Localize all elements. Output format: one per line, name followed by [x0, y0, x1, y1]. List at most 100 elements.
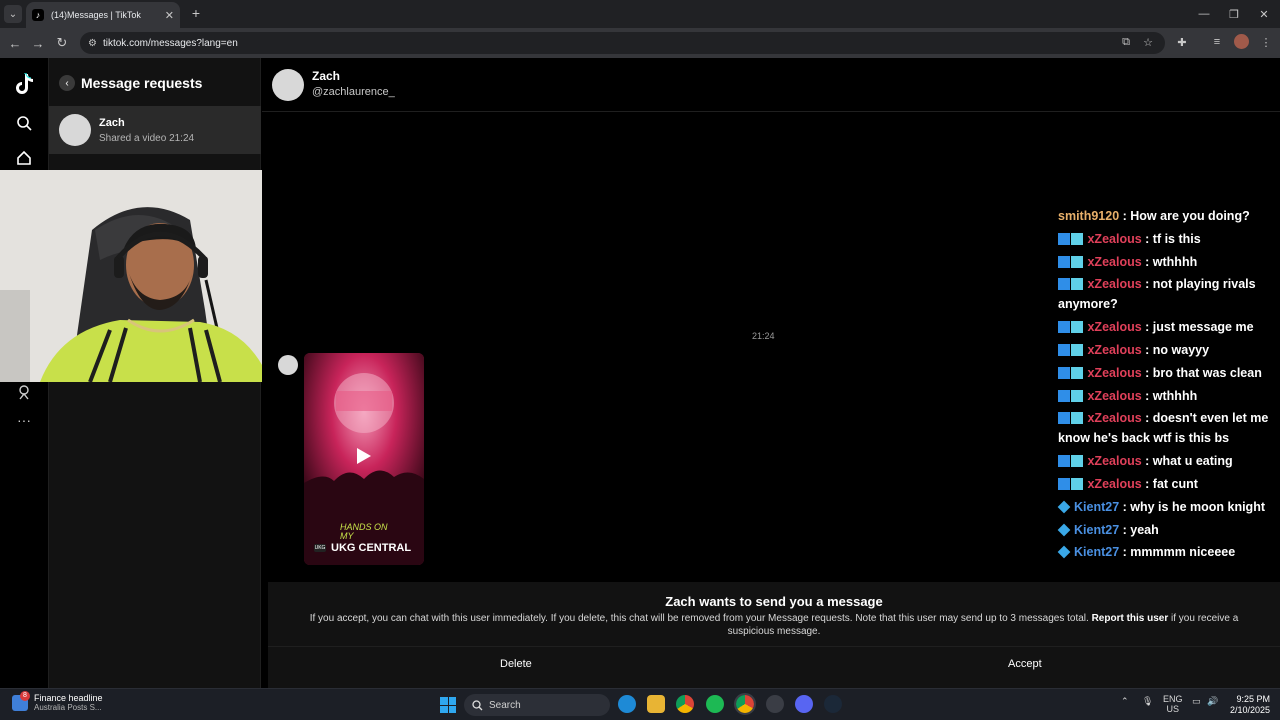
back-arrow-icon[interactable]: ‹ [59, 75, 75, 91]
extensions-icon[interactable]: ✚ [1173, 32, 1191, 52]
microphone-icon[interactable]: 🎙 [1142, 696, 1153, 707]
chat-badge-icon [1058, 321, 1070, 334]
requests-header: ‹ Message requests [49, 72, 261, 94]
request-name: Zach [99, 116, 125, 129]
new-tab-button[interactable]: + [187, 4, 205, 22]
file-explorer-icon[interactable] [647, 695, 665, 713]
stream-chat-line: xZealous : no wayyy [1058, 340, 1274, 360]
bookmark-star-icon[interactable]: ☆ [1139, 32, 1157, 52]
accept-button[interactable]: Accept [1008, 658, 1042, 670]
creator-center-icon[interactable] [12, 380, 36, 404]
back-arrow-icon[interactable]: ← [5, 33, 25, 53]
tiktok-logo-icon[interactable] [12, 72, 36, 96]
volume-icon[interactable]: 🔊 [1207, 696, 1218, 707]
taskbar-search[interactable]: Search [464, 694, 610, 716]
chat-username: xZealous [1087, 342, 1142, 357]
request-preview-text: Shared a video [99, 132, 167, 144]
app-icon[interactable] [766, 695, 784, 713]
tab-close-icon[interactable]: ✕ [165, 9, 174, 22]
site-info-icon[interactable]: ⚙ [88, 38, 97, 49]
finance-icon: 8 [12, 690, 30, 711]
shared-video-card[interactable]: HANDS ON MY UKG UKG CENTRAL [304, 353, 424, 565]
chat-badge-icon [1071, 343, 1083, 356]
avatar[interactable] [272, 69, 304, 101]
stream-chat-line: xZealous : doesn't even let me know he's… [1058, 411, 1269, 446]
request-preview: Shared a video 21:24 [99, 133, 194, 144]
search-icon[interactable] [12, 111, 36, 135]
browser-tab-bar: ⌄ ♪ (14)Messages | TikTok ✕ + — ❐ ✕ [0, 0, 1280, 28]
chat-badge-icon [1071, 232, 1083, 245]
more-icon[interactable]: ··· [12, 408, 36, 432]
home-icon[interactable] [12, 146, 36, 170]
tray-overflow-icon[interactable]: ⌃ [1121, 696, 1129, 707]
chat-username: xZealous [1087, 365, 1142, 380]
chat-username: xZealous [1087, 476, 1142, 491]
stream-chat-line: Kient27 : why is he moon knight [1057, 497, 1274, 517]
video-caption-line: MY [340, 531, 354, 541]
delete-button[interactable]: Delete [500, 658, 532, 670]
chat-username: xZealous [1087, 320, 1142, 335]
tiktok-page: ··· ‹ Message requests Zach Shared a vid… [0, 58, 1280, 688]
edge-icon[interactable] [618, 695, 636, 713]
spotify-icon[interactable] [706, 695, 724, 713]
stream-chat-line: xZealous : not playing rivals anymore? [1058, 277, 1256, 312]
report-user-link[interactable]: Report this user [1092, 613, 1169, 624]
chrome-icon[interactable] [676, 695, 694, 713]
chrome-active-icon[interactable] [734, 693, 756, 715]
stream-chat-line: xZealous : wthhhh [1058, 252, 1274, 272]
chat-username: xZealous [1087, 411, 1142, 426]
stream-chat-line: xZealous : fat cunt [1058, 474, 1274, 494]
chat-badge-icon [1071, 321, 1083, 334]
news-widget[interactable]: 8 Finance headline Australia Posts S... [12, 690, 103, 712]
chat-badge-icon [1071, 255, 1083, 268]
browser-menu-icon[interactable]: ⋮ [1257, 32, 1275, 52]
reload-icon[interactable]: ↻ [52, 33, 72, 53]
cube-badge-icon [1057, 545, 1071, 559]
network-icon[interactable]: ▭ [1192, 696, 1201, 707]
chat-message: How are you doing? [1130, 209, 1250, 223]
chat-badge-icon [1058, 455, 1070, 468]
chat-badge-icon [1058, 477, 1070, 490]
stream-chat-overlay: smith9120 : How are you doing? xZealous … [1057, 206, 1274, 565]
restore-button[interactable]: ❐ [1218, 0, 1250, 28]
chat-badge-icon [1058, 278, 1070, 291]
chat-message: just message me [1152, 320, 1254, 335]
profile-avatar[interactable] [1234, 34, 1249, 49]
chat-username: xZealous [1087, 388, 1142, 403]
chat-header: Zach @zachlaurence_ [262, 58, 1280, 112]
chat-message: no wayyy [1152, 342, 1210, 357]
close-window-button[interactable]: ✕ [1248, 0, 1280, 28]
widget-title: Finance headline [34, 693, 103, 703]
discord-icon[interactable] [795, 695, 813, 713]
chat-user-handle: @zachlaurence_ [312, 86, 395, 98]
chat-user-name[interactable]: Zach [312, 69, 340, 83]
forward-arrow-icon[interactable]: → [28, 33, 48, 53]
chat-message: wthhhh [1152, 388, 1198, 403]
message-request-bar: Zach wants to send you a message If you … [268, 582, 1280, 688]
browser-tab[interactable]: ♪ (14)Messages | TikTok ✕ [26, 2, 180, 28]
widget-subtitle: Australia Posts S... [34, 703, 102, 712]
avatar [59, 114, 91, 146]
chat-badge-icon [1058, 389, 1070, 402]
chat-username: Kient27 [1074, 499, 1120, 514]
media-controls-icon[interactable]: ≡ [1208, 32, 1226, 52]
clock-date: 2/10/2025 [1229, 705, 1270, 715]
request-item[interactable]: Zach Shared a video 21:24 [49, 106, 261, 154]
windows-taskbar: 8 Finance headline Australia Posts S... … [0, 688, 1280, 720]
tab-search-button[interactable]: ⌄ [4, 5, 22, 23]
address-bar[interactable]: ⚙ tiktok.com/messages?lang=en [80, 32, 1165, 54]
windows-start-icon[interactable] [440, 697, 456, 713]
request-time: 21:24 [169, 132, 195, 144]
cast-icon[interactable]: ⧉ [1117, 32, 1135, 52]
minimize-button[interactable]: — [1188, 0, 1220, 28]
language-indicator[interactable]: ENG US [1163, 694, 1183, 714]
divider [268, 646, 1280, 647]
stream-chat-line: smith9120 : How are you doing? [1058, 209, 1250, 223]
stream-chat-line: xZealous : wthhhh [1058, 386, 1274, 406]
system-clock[interactable]: 9:25 PM 2/10/2025 [1222, 694, 1270, 716]
steam-icon[interactable] [824, 695, 842, 713]
stream-chat-line: xZealous : just message me [1058, 317, 1274, 337]
stream-chat-line: xZealous : what u eating [1058, 451, 1274, 471]
play-icon[interactable] [356, 447, 372, 470]
chat-message: yeah [1130, 522, 1159, 537]
